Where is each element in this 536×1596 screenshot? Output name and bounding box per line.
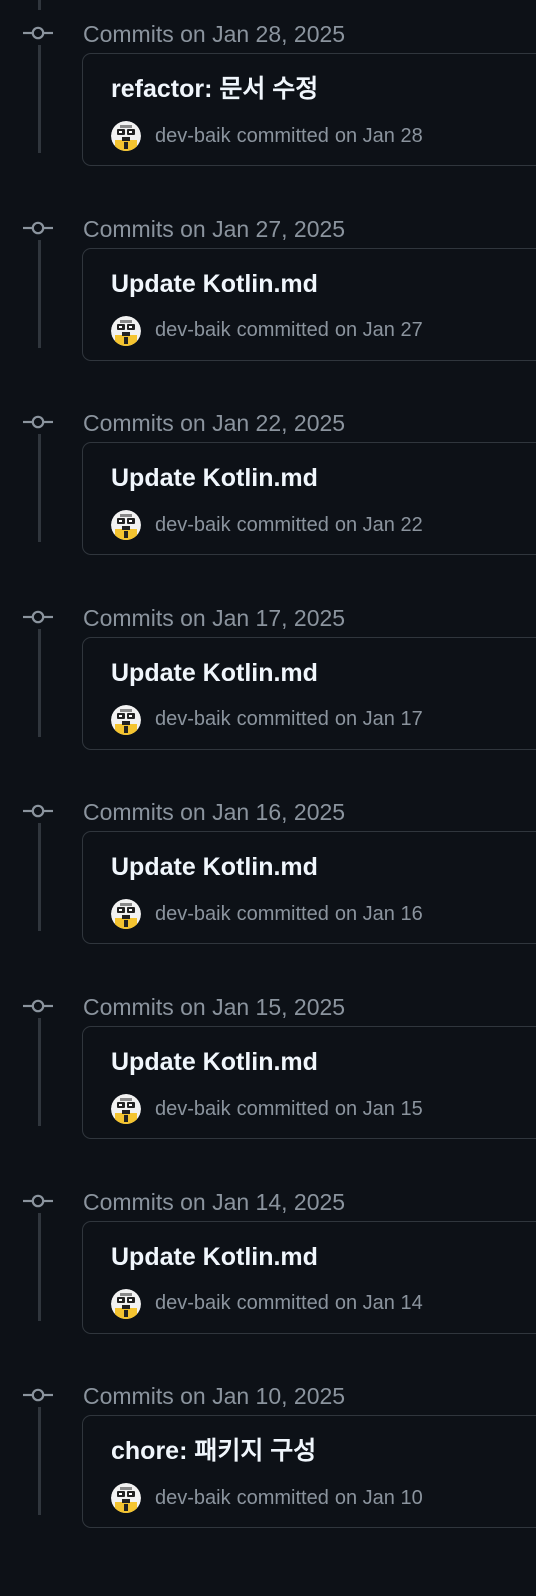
commit-group-header: Commits on Jan 16, 2025 [0,792,536,832]
user-avatar-icon[interactable] [111,121,141,151]
commit-card[interactable]: Update Kotlin.md dev-baik committed on J… [82,1026,536,1139]
timeline-line [38,823,41,932]
git-commit-icon [23,415,53,429]
timeline-line [38,1212,41,1321]
commit-verb: committed [236,902,329,925]
commit-card[interactable]: Update Kotlin.md dev-baik committed on J… [82,442,536,556]
commit-date-link[interactable]: on Jan 27 [335,319,423,342]
commit-group-date: Commits on Jan 22, 2025 [83,410,346,437]
timeline-line [38,434,41,543]
user-avatar-icon[interactable] [111,315,141,346]
commit-meta: dev-baik committed on Jan 14 [111,1288,423,1319]
commit-group: Commits on Jan 16, 2025 Update Kotlin.md [0,792,536,987]
commit-group-date: Commits on Jan 28, 2025 [83,21,346,47]
timeline-line [38,45,41,153]
commit-date-link[interactable]: on Jan 22 [335,514,423,537]
commit-group-date: Commits on Jan 10, 2025 [83,1383,346,1410]
git-commit-icon [23,1388,53,1402]
commit-verb: committed [236,319,329,342]
commit-group: Commits on Jan 27, 2025 Update Kotlin.md [0,209,536,404]
commit-author-link[interactable]: dev-baik [155,1487,231,1510]
commit-author-link[interactable]: dev-baik [155,319,231,342]
timeline-line [38,1407,41,1516]
timeline-line [38,628,41,737]
commit-group: Commits on Jan 28, 2025 refactor: 문서 수정 [0,14,536,209]
commit-group-header: Commits on Jan 28, 2025 [0,14,536,54]
commit-group-header: Commits on Jan 27, 2025 [0,209,536,249]
commit-verb: committed [236,513,329,536]
commit-group-header: Commits on Jan 14, 2025 [0,1182,536,1222]
commit-title-link[interactable]: chore: 패키지 구성 [111,1436,316,1466]
git-commit-icon [23,26,53,40]
commit-group-header: Commits on Jan 15, 2025 [0,987,536,1027]
git-commit-icon [23,221,53,234]
commit-date-link[interactable]: on Jan 15 [335,1098,423,1121]
commit-verb: committed [236,1292,329,1315]
commit-verb: committed [236,124,329,147]
commit-timeline: Commits on Jan 28, 2025 refactor: 문서 수정 [0,0,536,1596]
commit-meta: dev-baik committed on Jan 10 [111,1483,423,1514]
commit-meta: dev-baik committed on Jan 27 [111,315,423,346]
commit-title-link[interactable]: Update Kotlin.md [111,1047,318,1077]
commit-title-link[interactable]: Update Kotlin.md [111,852,318,882]
user-avatar-icon[interactable] [111,899,141,930]
commit-group-header: Commits on Jan 17, 2025 [0,598,536,638]
git-commit-icon [23,999,53,1013]
commit-meta: dev-baik committed on Jan 28 [111,121,423,151]
commit-title-link[interactable]: Update Kotlin.md [111,1242,318,1272]
commit-verb: committed [236,1097,329,1120]
timeline-line [38,0,41,10]
commit-group-date: Commits on Jan 15, 2025 [83,994,346,1020]
commit-title-link[interactable]: Update Kotlin.md [111,269,318,299]
commit-group-header: Commits on Jan 22, 2025 [0,403,536,443]
commit-date-link[interactable]: on Jan 10 [335,1487,423,1510]
commit-date-link[interactable]: on Jan 14 [335,1292,423,1315]
git-commit-icon [23,610,53,624]
commit-group-date: Commits on Jan 17, 2025 [83,604,346,631]
commit-group-date: Commits on Jan 27, 2025 [83,215,346,242]
commit-group: Commits on Jan 22, 2025 Update Kotlin.md [0,403,536,598]
commit-group: Commits on Jan 15, 2025 Update Kotlin.md [0,987,536,1182]
commit-card[interactable]: Update Kotlin.md dev-baik committed on J… [82,831,536,945]
commit-meta: dev-baik committed on Jan 22 [111,510,423,541]
user-avatar-icon[interactable] [111,1483,141,1514]
user-avatar-icon[interactable] [111,704,141,735]
commit-group-header: Commits on Jan 10, 2025 [0,1376,536,1416]
commit-meta: dev-baik committed on Jan 16 [111,899,423,930]
commit-meta: dev-baik committed on Jan 15 [111,1094,423,1124]
commit-card[interactable]: chore: 패키지 구성 dev-baik committed on Jan … [82,1415,536,1529]
commit-group-date: Commits on Jan 16, 2025 [83,799,346,826]
commit-verb: committed [236,708,329,731]
commit-card[interactable]: Update Kotlin.md dev-baik committed on J… [82,636,536,750]
commit-author-link[interactable]: dev-baik [155,1292,231,1315]
commit-date-link[interactable]: on Jan 28 [335,125,423,148]
commit-author-link[interactable]: dev-baik [155,125,231,148]
commit-card[interactable]: refactor: 문서 수정 dev-baik committed on Ja… [82,53,536,166]
timeline-line [38,1018,41,1126]
commit-group: Commits on Jan 17, 2025 Update Kotlin.md [0,598,536,793]
commit-title-link[interactable]: Update Kotlin.md [111,463,318,493]
commit-author-link[interactable]: dev-baik [155,514,231,537]
commit-author-link[interactable]: dev-baik [155,708,231,731]
commit-title-link[interactable]: refactor: 문서 수정 [111,74,318,104]
commit-card[interactable]: Update Kotlin.md dev-baik committed on J… [82,247,536,361]
commit-card[interactable]: Update Kotlin.md dev-baik committed on J… [82,1220,536,1334]
user-avatar-icon[interactable] [111,510,141,541]
commit-verb: committed [236,1486,329,1509]
commit-date-link[interactable]: on Jan 17 [335,708,423,731]
commit-group-date: Commits on Jan 14, 2025 [83,1188,346,1215]
git-commit-icon [23,1194,53,1207]
commit-title-link[interactable]: Update Kotlin.md [111,658,318,688]
user-avatar-icon[interactable] [111,1094,141,1124]
timeline-line [38,239,41,348]
user-avatar-icon[interactable] [111,1288,141,1319]
git-commit-icon [23,805,53,818]
commit-author-link[interactable]: dev-baik [155,903,231,926]
commit-group: Commits on Jan 14, 2025 Update Kotlin.md [0,1182,536,1377]
commit-date-link[interactable]: on Jan 16 [335,903,423,926]
commit-group: Commits on Jan 10, 2025 chore: 패키지 구성 de… [0,1376,536,1571]
commit-author-link[interactable]: dev-baik [155,1098,231,1121]
commit-meta: dev-baik committed on Jan 17 [111,704,423,735]
